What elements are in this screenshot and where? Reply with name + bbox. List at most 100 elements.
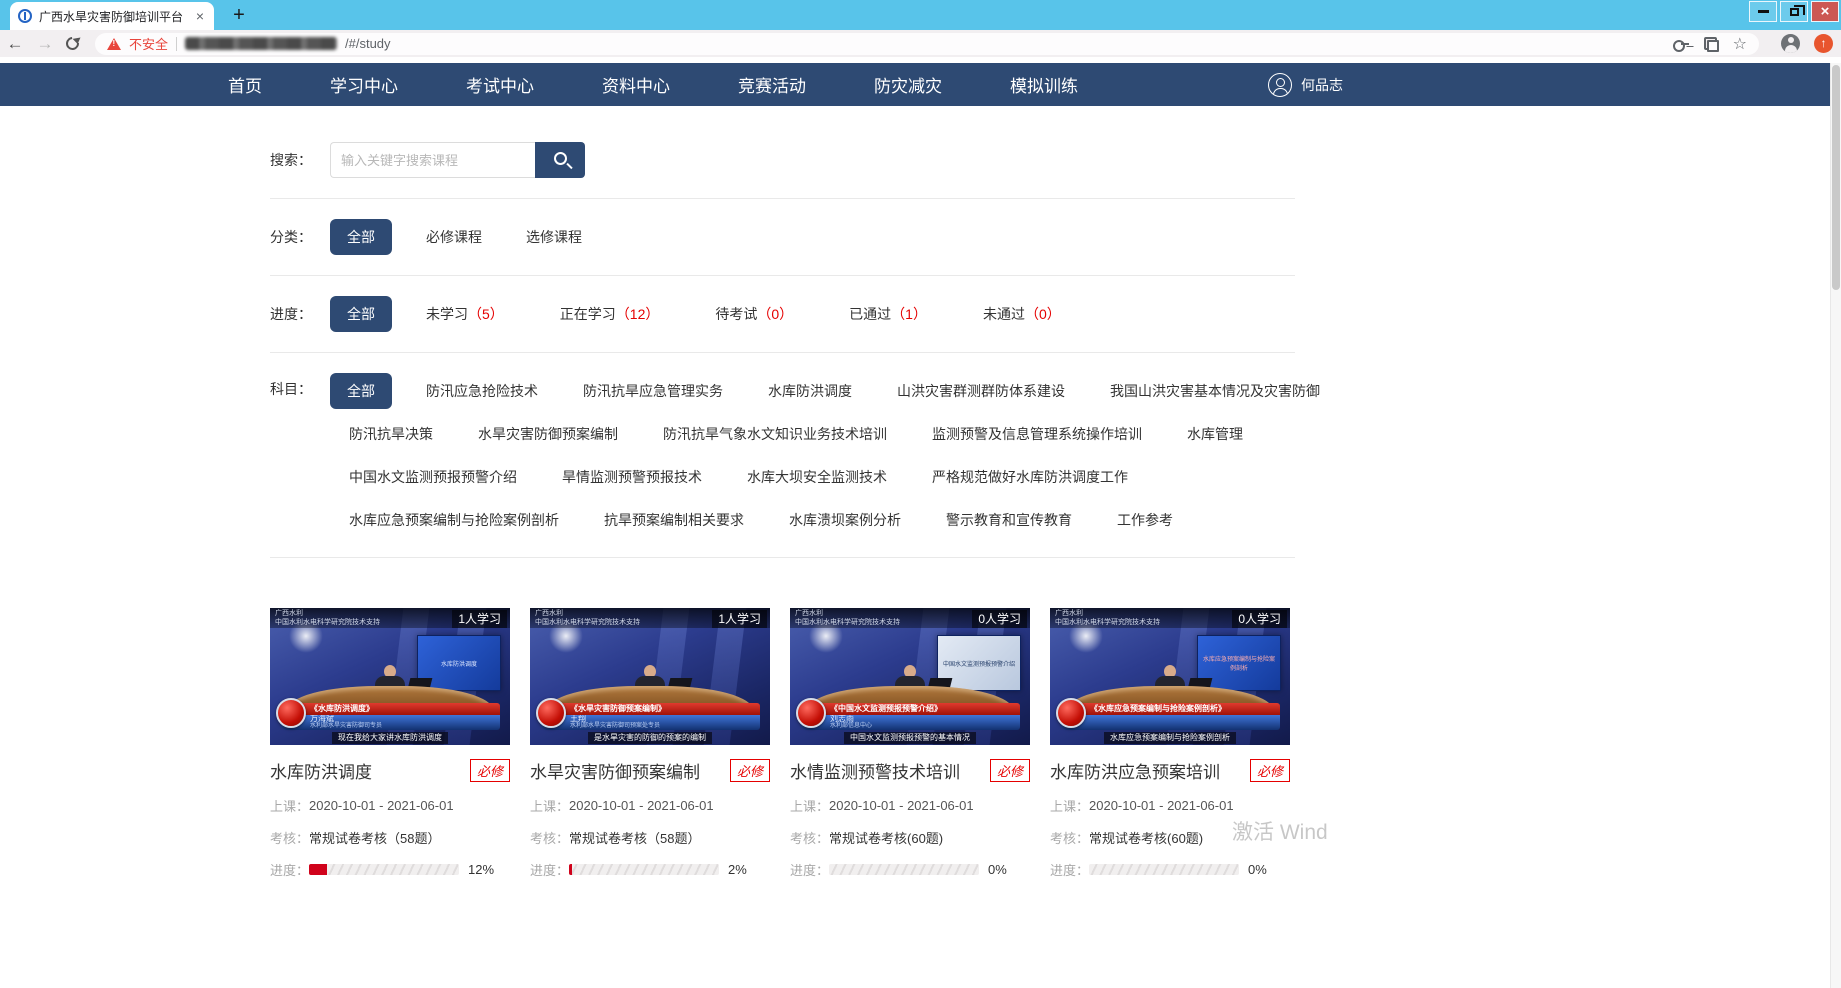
- address-bar[interactable]: ! 不安全 /#/study ☆: [95, 33, 1759, 55]
- window-minimize-button[interactable]: [1749, 1, 1777, 22]
- course-title[interactable]: 水情监测预警技术培训: [790, 758, 990, 783]
- subject-chip[interactable]: 旱情监测预警预报技术: [562, 467, 702, 487]
- exam-label: 考核：: [530, 828, 569, 847]
- page-scrollbar[interactable]: [1830, 63, 1841, 988]
- reload-icon[interactable]: [63, 34, 81, 52]
- nav-item-competition[interactable]: 竞赛活动: [738, 72, 806, 97]
- user-name: 何品志: [1301, 75, 1343, 95]
- progress-chip-not-started[interactable]: 未学习（5）: [426, 304, 504, 324]
- nav-item-learning-center[interactable]: 学习中心: [330, 72, 398, 97]
- category-chip-elective[interactable]: 选修课程: [526, 227, 582, 247]
- channel-emblem-icon: [796, 698, 826, 728]
- subject-chip[interactable]: 防汛抗旱应急管理实务: [583, 381, 723, 401]
- password-key-icon[interactable]: [1673, 40, 1688, 48]
- subject-chip[interactable]: 我国山洪灾害基本情况及灾害防御: [1110, 381, 1320, 401]
- search-button[interactable]: [535, 142, 585, 178]
- category-chip-all[interactable]: 全部: [330, 219, 392, 255]
- close-tab-icon[interactable]: ×: [194, 8, 206, 24]
- progress-chip-awaiting-exam[interactable]: 待考试（0）: [715, 304, 793, 324]
- subject-chip[interactable]: 防汛抗旱气象水文知识业务技术培训: [663, 424, 887, 444]
- subject-chip[interactable]: 严格规范做好水库防洪调度工作: [932, 467, 1128, 487]
- category-chip-required[interactable]: 必修课程: [426, 227, 482, 247]
- progress-meta-label: 进度：: [790, 860, 829, 879]
- search-label: 搜索：: [270, 150, 330, 170]
- user-menu[interactable]: 何品志: [1268, 63, 1343, 106]
- subject-chip[interactable]: 水库溃坝案例分析: [789, 510, 901, 530]
- channel-emblem-icon: [1056, 698, 1086, 728]
- divider: [270, 198, 1295, 199]
- nav-item-resource-center[interactable]: 资料中心: [602, 72, 670, 97]
- user-profile-icon: [1268, 73, 1292, 97]
- subject-chip[interactable]: 山洪灾害群测群防体系建设: [897, 381, 1065, 401]
- course-thumbnail[interactable]: 广西水利中国水利水电科学研究院技术支持 0人学习 中国水文监测预报预警介绍 《中…: [790, 608, 1030, 745]
- course-title[interactable]: 水库防洪调度: [270, 758, 470, 783]
- course-card: 广西水利中国水利水电科学研究院技术支持 1人学习 水库防洪调度 《水库防洪调度》…: [270, 608, 510, 879]
- schedule-label: 上课：: [790, 796, 829, 815]
- subject-chip[interactable]: 水库应急预案编制与抢险案例剖析: [349, 510, 559, 530]
- nav-item-home[interactable]: 首页: [228, 72, 262, 97]
- subject-chip[interactable]: 水库管理: [1187, 424, 1243, 444]
- new-tab-button[interactable]: +: [226, 4, 252, 26]
- progress-meta-label: 进度：: [1050, 860, 1089, 879]
- progress-chip-in-progress[interactable]: 正在学习（12）: [560, 304, 660, 324]
- schedule-label: 上课：: [530, 796, 569, 815]
- subject-chip[interactable]: 工作参考: [1117, 510, 1173, 530]
- redacted-url-blur: [185, 37, 337, 50]
- subject-chip-all[interactable]: 全部: [330, 373, 392, 409]
- course-title[interactable]: 水库防洪应急预案培训: [1050, 758, 1250, 783]
- learner-count-badge: 1人学习: [712, 610, 767, 628]
- required-badge: 必修: [730, 759, 770, 782]
- progress-chip-passed[interactable]: 已通过（1）: [849, 304, 927, 324]
- progress-bar: [309, 864, 459, 875]
- subject-chip[interactable]: 水旱灾害防御预案编制: [478, 424, 618, 444]
- restore-icon: [1790, 8, 1799, 16]
- schedule-value: 2020-10-01 - 2021-06-01: [1089, 798, 1234, 813]
- category-label: 分类：: [270, 227, 330, 247]
- course-thumbnail[interactable]: 广西水利中国水利水电科学研究院技术支持 0人学习 水库应急预案编制与抢险案例剖析…: [1050, 608, 1290, 745]
- browser-update-icon[interactable]: ↑: [1814, 34, 1833, 53]
- site-favicon-icon: [18, 9, 32, 23]
- schedule-label: 上课：: [270, 796, 309, 815]
- nav-item-simulation[interactable]: 模拟训练: [1010, 72, 1078, 97]
- forward-button[interactable]: →: [30, 34, 60, 54]
- browser-toolbar: ← → ! 不安全 /#/study ☆ ↑: [0, 30, 1841, 57]
- progress-chip-all[interactable]: 全部: [330, 296, 392, 332]
- schedule-label: 上课：: [1050, 796, 1089, 815]
- progress-fill: [569, 864, 572, 875]
- required-badge: 必修: [470, 759, 510, 782]
- browser-profile-icon[interactable]: [1781, 34, 1800, 53]
- subject-chip[interactable]: 中国水文监测预报预警介绍: [349, 467, 517, 487]
- course-thumbnail[interactable]: 广西水利中国水利水电科学研究院技术支持 1人学习 《水旱灾害防御预案编制》 王翔…: [530, 608, 770, 745]
- bookmark-star-icon[interactable]: ☆: [1733, 34, 1747, 54]
- schedule-value: 2020-10-01 - 2021-06-01: [829, 798, 974, 813]
- progress-chip-failed[interactable]: 未通过（0）: [983, 304, 1061, 324]
- subject-chip[interactable]: 抗旱预案编制相关要求: [604, 510, 744, 530]
- translate-icon[interactable]: [1704, 37, 1717, 50]
- course-thumbnail[interactable]: 广西水利中国水利水电科学研究院技术支持 1人学习 水库防洪调度 《水库防洪调度》…: [270, 608, 510, 745]
- exam-label: 考核：: [270, 828, 309, 847]
- video-caption: 水库应急预案编制与抢险案例剖析: [1104, 732, 1236, 744]
- scrollbar-thumb[interactable]: [1832, 65, 1840, 290]
- back-button[interactable]: ←: [0, 34, 30, 54]
- subject-chip[interactable]: 防汛抗旱决策: [349, 424, 433, 444]
- windows-activation-watermark: 激活 Wind: [1232, 816, 1328, 846]
- subject-chip[interactable]: 警示教育和宣传教育: [946, 510, 1072, 530]
- browser-tab[interactable]: 广西水旱灾害防御培训平台 ×: [10, 2, 214, 30]
- window-restore-button[interactable]: [1780, 1, 1808, 22]
- security-label[interactable]: 不安全: [129, 34, 168, 53]
- course-title[interactable]: 水旱灾害防御预案编制: [530, 758, 730, 783]
- subject-chip[interactable]: 水库大坝安全监测技术: [747, 467, 887, 487]
- nav-item-exam-center[interactable]: 考试中心: [466, 72, 534, 97]
- address-separator: [176, 37, 177, 51]
- subject-chip[interactable]: 监测预警及信息管理系统操作培训: [932, 424, 1142, 444]
- search-input[interactable]: [330, 142, 535, 178]
- course-card: 广西水利中国水利水电科学研究院技术支持 0人学习 中国水文监测预报预警介绍 《中…: [790, 608, 1030, 879]
- course-card: 广西水利中国水利水电科学研究院技术支持 1人学习 《水旱灾害防御预案编制》 王翔…: [530, 608, 770, 879]
- learner-count-badge: 0人学习: [972, 610, 1027, 628]
- subject-chip[interactable]: 水库防洪调度: [768, 381, 852, 401]
- lower-third-banner: 《中国水文监测预报预警介绍》 刘志雨水利部信息中心: [800, 703, 1020, 730]
- nav-item-disaster-reduction[interactable]: 防灾减灾: [874, 72, 942, 97]
- window-close-button[interactable]: ×: [1811, 1, 1839, 22]
- subject-chip[interactable]: 防汛应急抢险技术: [426, 381, 538, 401]
- tab-title: 广西水旱灾害防御培训平台: [39, 8, 187, 25]
